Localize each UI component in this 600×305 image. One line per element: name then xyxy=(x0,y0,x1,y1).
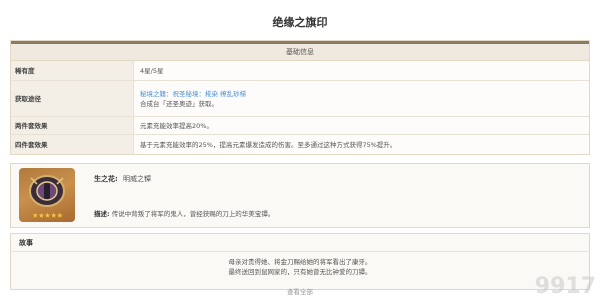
artifact-piece-card: ★★★★★ 生之花: 明威之镡 描述: 传说中背叛了将军的鬼人，曾经获赐的刀上的… xyxy=(10,163,590,228)
info-row-4pc: 四件套效果 基于元素充能效率的25%，提高元素爆发造成的伤害。至多通过这种方式获… xyxy=(11,135,589,154)
site-watermark: 9917 xyxy=(534,274,596,299)
info-value: 秘境之籍：祝圣秘境：椛染 缭乱砂梯 合成台「还圣奥迹」获取。 xyxy=(134,81,589,116)
tsuba-drawing xyxy=(29,175,65,207)
story-line: 母亲对贵得她、将金刀赐给她的将军看出了康牙。 xyxy=(228,258,372,266)
rarity-value: 4星/5星 xyxy=(140,66,164,75)
story-header: 故事 xyxy=(11,234,589,252)
story-card: 故事 母亲对贵得她、将金刀赐给她的将军看出了康牙。 最终送回到鼠网家的，只有她曾… xyxy=(10,233,590,290)
two-piece-value: 元素充能效率提高20%。 xyxy=(140,121,213,130)
rarity-stars: ★★★★★ xyxy=(31,211,64,220)
four-piece-value: 基于元素充能效率的25%，提高元素爆发造成的伤害。至多通过这种方式获得75%提升… xyxy=(140,140,397,149)
info-row-rarity: 稀有度 4星/5星 xyxy=(11,61,589,81)
desc-text: 传说中背叛了将军的鬼人，曾经获赐的刀上的华美宝镡。 xyxy=(111,210,275,218)
source-link[interactable]: 秘境之籍：祝圣秘境：椛染 缭乱砂梯 xyxy=(140,89,589,99)
info-value: 4星/5星 xyxy=(134,61,589,80)
info-key: 获取途径 xyxy=(11,81,134,116)
info-value: 元素充能效率提高20%。 xyxy=(134,117,589,134)
info-key: 两件套效果 xyxy=(11,117,134,134)
info-value: 基于元素充能效率的25%，提高元素爆发造成的伤害。至多通过这种方式获得75%提升… xyxy=(134,135,589,154)
story-line: 最终送回到鼠网家的，只有她曾无比钟爱的刀镡。 xyxy=(228,268,372,276)
info-key: 四件套效果 xyxy=(11,135,134,154)
info-key: 稀有度 xyxy=(11,61,134,80)
piece-description: 描述: 传说中背叛了将军的鬼人，曾经获赐的刀上的华美宝镡。 xyxy=(94,208,274,218)
source-text: 合成台「还圣奥迹」获取。 xyxy=(140,99,218,108)
desc-label: 描述: xyxy=(94,210,110,218)
basic-info-card: 基础信息 稀有度 4星/5星 获取途径 秘境之籍：祝圣秘境：椛染 缭乱砂梯 合成… xyxy=(10,40,590,155)
piece-name: 明威之镡 xyxy=(123,175,151,183)
info-row-2pc: 两件套效果 元素充能效率提高20%。 xyxy=(11,117,589,135)
view-all-link[interactable]: 查看全部 xyxy=(10,286,590,296)
flower-tsuba-icon[interactable]: ★★★★★ xyxy=(19,168,75,222)
page-title: 绝缘之旗印 xyxy=(272,16,328,29)
basic-info-header: 基础信息 xyxy=(11,44,589,61)
piece-slot-label: 生之花: xyxy=(94,175,118,183)
info-row-source: 获取途径 秘境之籍：祝圣秘境：椛染 缭乱砂梯 合成台「还圣奥迹」获取。 xyxy=(11,81,589,117)
